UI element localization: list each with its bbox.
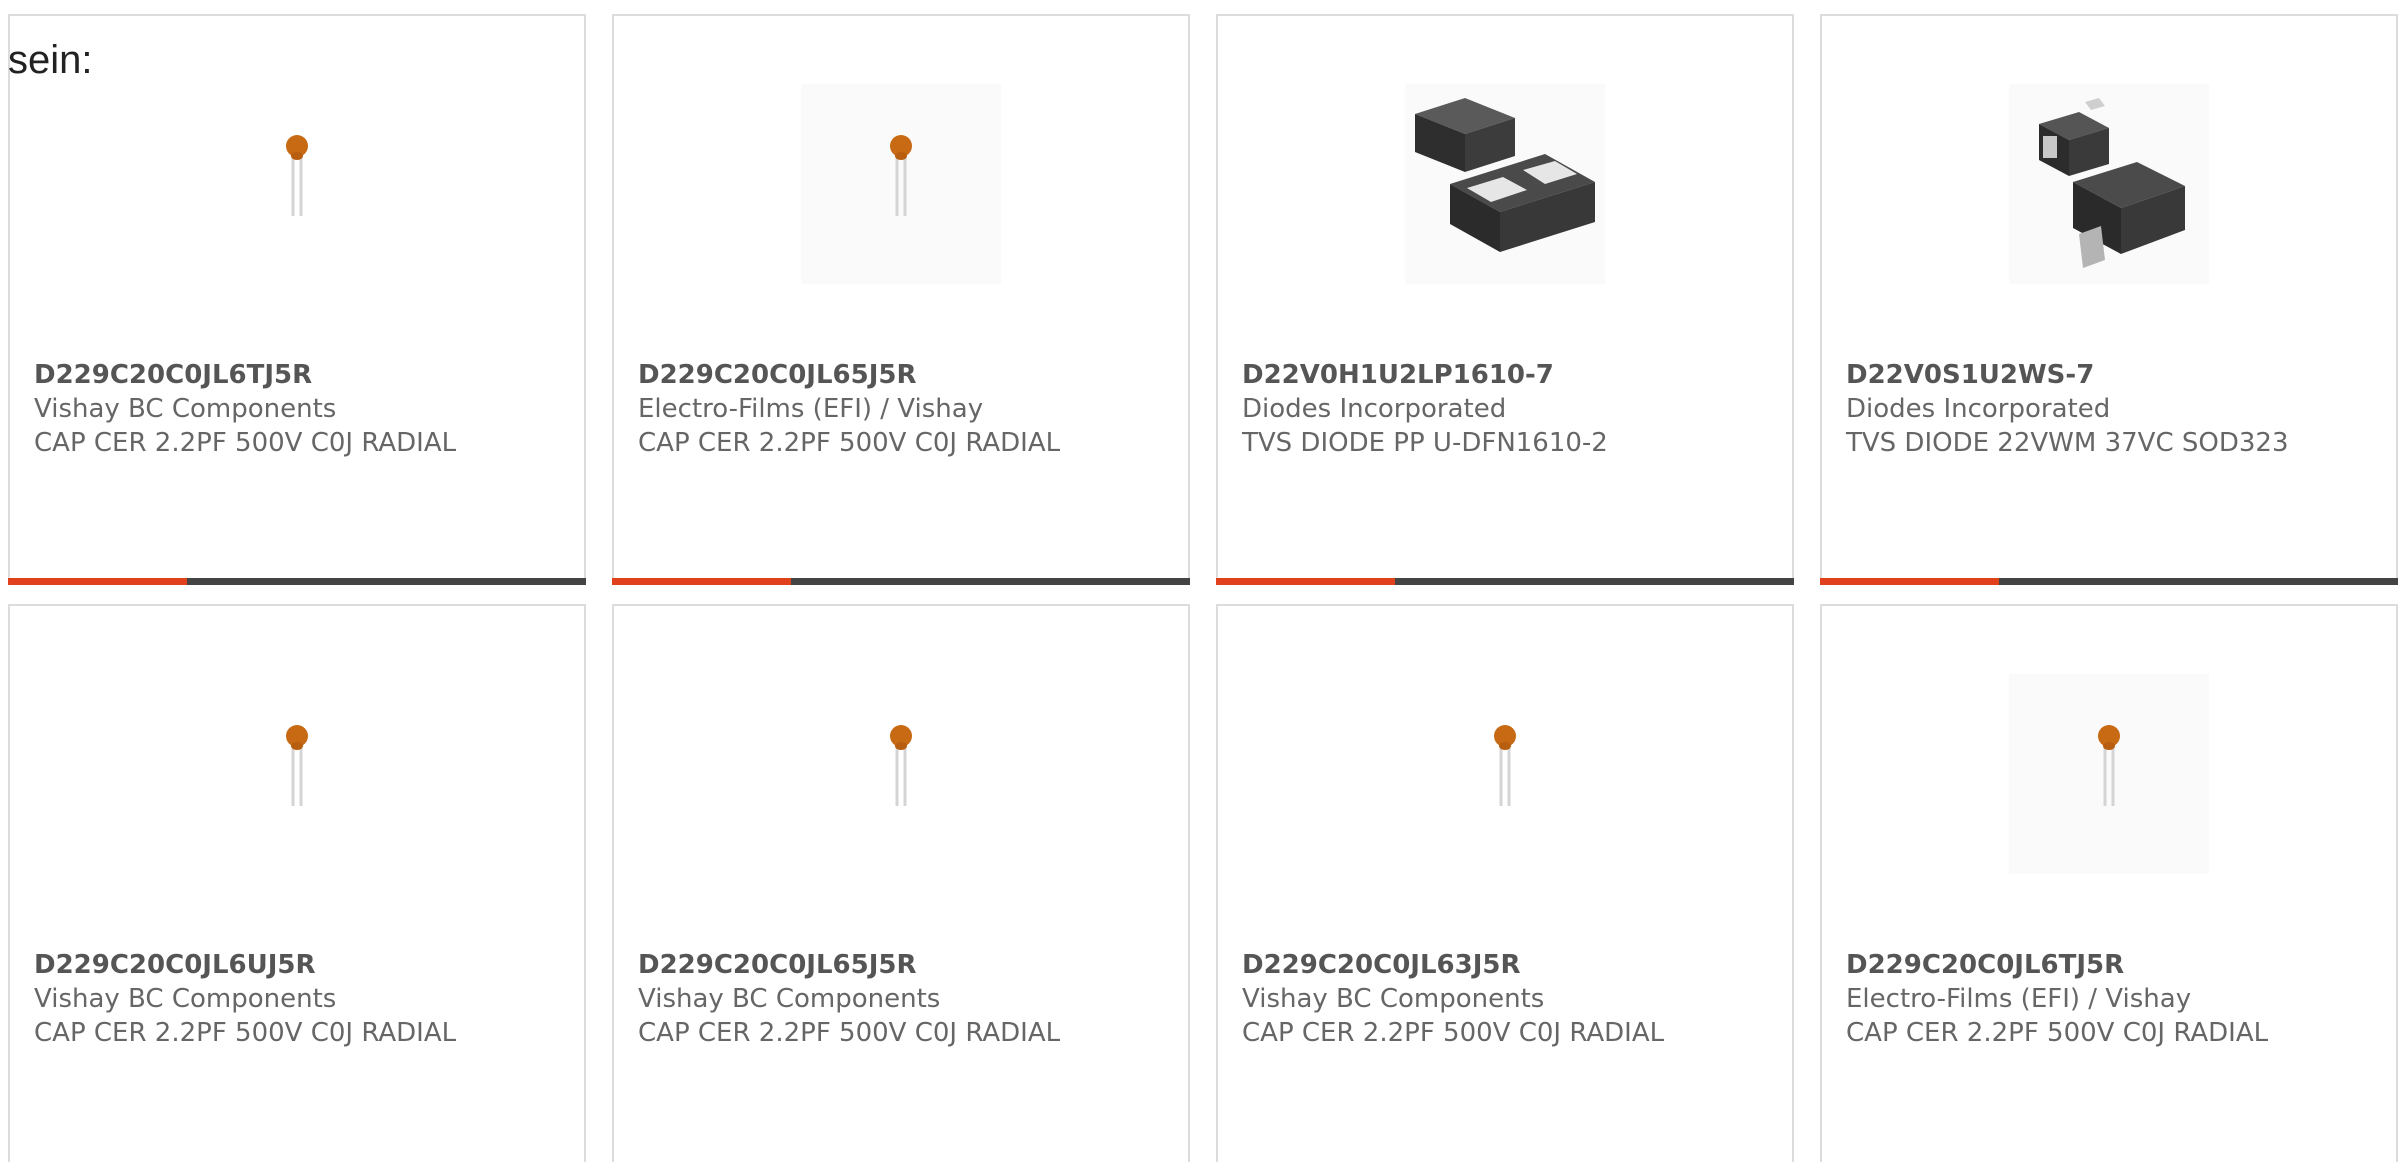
radial-capacitor-icon (286, 135, 308, 216)
radial-capacitor-icon (890, 725, 912, 806)
description: TVS DIODE PP U-DFN1610-2 (1242, 428, 1608, 458)
manufacturer: Electro-Films (EFI) / Vishay (1846, 984, 2192, 1014)
description: CAP CER 2.2PF 500V C0J RADIAL (1242, 1018, 1665, 1048)
card-accent-bar (8, 578, 586, 585)
manufacturer: Vishay BC Components (34, 984, 337, 1014)
card-accent-bar-fill (1216, 578, 1396, 585)
description: CAP CER 2.2PF 500V C0J RADIAL (638, 428, 1061, 458)
description: CAP CER 2.2PF 500V C0J RADIAL (34, 428, 457, 458)
description: CAP CER 2.2PF 500V C0J RADIAL (1846, 1018, 2269, 1048)
description: TVS DIODE 22VWM 37VC SOD323 (1846, 428, 2289, 458)
description: CAP CER 2.2PF 500V C0J RADIAL (638, 1018, 1061, 1048)
product-info: D229C20C0JL6TJ5R Vishay BC Components CA… (34, 358, 574, 460)
product-card[interactable]: D229C20C0JL65J5R Electro-Films (EFI) / V… (612, 14, 1190, 585)
part-number[interactable]: D229C20C0JL6TJ5R (34, 358, 574, 392)
product-grid: D229C20C0JL6TJ5R Vishay BC Components CA… (0, 0, 2400, 1162)
sod323-diode-icon (2039, 98, 2185, 268)
part-number[interactable]: D229C20C0JL65J5R (638, 358, 1178, 392)
intro-text: sein: (8, 38, 93, 82)
part-number[interactable]: D22V0S1U2WS-7 (1846, 358, 2386, 392)
card-accent-bar (612, 578, 1190, 585)
manufacturer: Vishay BC Components (1242, 984, 1545, 1014)
product-info: D22V0S1U2WS-7 Diodes Incorporated TVS DI… (1846, 358, 2386, 460)
product-image[interactable] (1405, 84, 1605, 284)
product-card[interactable]: D229C20C0JL6TJ5R Vishay BC Components CA… (8, 14, 586, 585)
description: CAP CER 2.2PF 500V C0J RADIAL (34, 1018, 457, 1048)
card-accent-bar (1820, 578, 2398, 585)
product-image[interactable] (801, 674, 1001, 874)
product-card[interactable]: D22V0H1U2LP1610-7 Diodes Incorporated TV… (1216, 14, 1794, 585)
manufacturer: Vishay BC Components (34, 394, 337, 424)
product-image[interactable] (1405, 674, 1605, 874)
manufacturer: Vishay BC Components (638, 984, 941, 1014)
part-number[interactable]: D229C20C0JL6TJ5R (1846, 948, 2386, 982)
card-accent-bar-fill (612, 578, 792, 585)
product-card[interactable]: D229C20C0JL6UJ5R Vishay BC Components CA… (8, 604, 586, 1162)
product-image[interactable] (197, 84, 397, 284)
product-card[interactable]: D229C20C0JL65J5R Vishay BC Components CA… (612, 604, 1190, 1162)
radial-capacitor-icon (286, 725, 308, 806)
radial-capacitor-icon (890, 135, 912, 216)
part-number[interactable]: D229C20C0JL63J5R (1242, 948, 1782, 982)
product-image[interactable] (801, 84, 1001, 284)
part-number[interactable]: D229C20C0JL65J5R (638, 948, 1178, 982)
radial-capacitor-icon (2098, 725, 2120, 806)
product-info: D22V0H1U2LP1610-7 Diodes Incorporated TV… (1242, 358, 1782, 460)
card-accent-bar-fill (8, 578, 188, 585)
product-card[interactable]: D22V0S1U2WS-7 Diodes Incorporated TVS DI… (1820, 14, 2398, 585)
part-number[interactable]: D22V0H1U2LP1610-7 (1242, 358, 1782, 392)
manufacturer: Electro-Films (EFI) / Vishay (638, 394, 984, 424)
card-accent-bar-fill (1820, 578, 2000, 585)
radial-capacitor-icon (1494, 725, 1516, 806)
product-card[interactable]: D229C20C0JL6TJ5R Electro-Films (EFI) / V… (1820, 604, 2398, 1162)
product-card[interactable]: D229C20C0JL63J5R Vishay BC Components CA… (1216, 604, 1794, 1162)
product-image[interactable] (197, 674, 397, 874)
dfn-diode-icon (1415, 98, 1595, 252)
product-image[interactable] (2009, 674, 2209, 874)
product-info: D229C20C0JL6TJ5R Electro-Films (EFI) / V… (1846, 948, 2386, 1050)
product-info: D229C20C0JL65J5R Vishay BC Components CA… (638, 948, 1178, 1050)
product-info: D229C20C0JL65J5R Electro-Films (EFI) / V… (638, 358, 1178, 460)
part-number[interactable]: D229C20C0JL6UJ5R (34, 948, 574, 982)
card-accent-bar (1216, 578, 1794, 585)
product-image[interactable] (2009, 84, 2209, 284)
manufacturer: Diodes Incorporated (1846, 394, 2111, 424)
product-info: D229C20C0JL63J5R Vishay BC Components CA… (1242, 948, 1782, 1050)
manufacturer: Diodes Incorporated (1242, 394, 1507, 424)
product-info: D229C20C0JL6UJ5R Vishay BC Components CA… (34, 948, 574, 1050)
